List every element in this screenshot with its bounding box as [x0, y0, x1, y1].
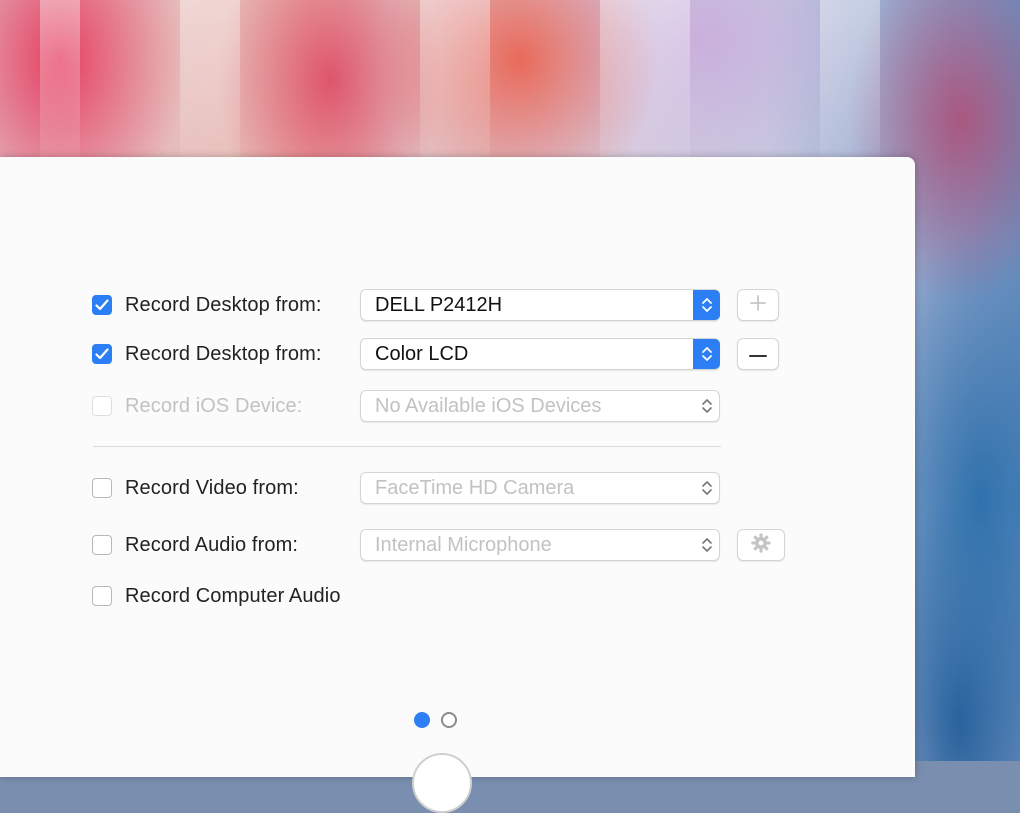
- desktop-1-source-value: DELL P2412H: [375, 293, 503, 316]
- video-source-value: FaceTime HD Camera: [375, 476, 575, 499]
- wallpaper-streak: [180, 0, 240, 170]
- audio-source-value: Internal Microphone: [375, 533, 552, 556]
- checkmark-icon: [95, 348, 109, 360]
- plus-icon: [749, 294, 767, 317]
- record-desktop-1-label: Record Desktop from:: [125, 293, 322, 316]
- wallpaper-streak: [420, 0, 490, 170]
- record-ios-row: Record iOS Device:: [92, 391, 302, 421]
- desktop-1-source-select[interactable]: DELL P2412H: [360, 289, 720, 321]
- record-video-label: Record Video from:: [125, 476, 299, 499]
- record-desktop-row-2: Record Desktop from:: [92, 339, 322, 369]
- updown-chevron-icon[interactable]: [693, 473, 720, 503]
- record-audio-label: Record Audio from:: [125, 533, 298, 556]
- record-video-row: Record Video from:: [92, 473, 299, 503]
- record-desktop-2-checkbox[interactable]: [92, 344, 112, 364]
- record-computer-audio-label: Record Computer Audio: [125, 584, 341, 607]
- updown-chevron-icon[interactable]: [693, 391, 720, 421]
- record-video-checkbox[interactable]: [92, 478, 112, 498]
- ios-device-value: No Available iOS Devices: [375, 394, 602, 417]
- wallpaper-streak: [820, 0, 880, 170]
- add-display-button[interactable]: [737, 289, 779, 321]
- record-ios-checkbox[interactable]: [92, 396, 112, 416]
- audio-settings-button[interactable]: [737, 529, 785, 561]
- ios-device-select[interactable]: No Available iOS Devices: [360, 390, 720, 422]
- updown-chevron-icon[interactable]: [693, 530, 720, 560]
- record-ios-label: Record iOS Device:: [125, 394, 303, 417]
- record-audio-checkbox[interactable]: [92, 535, 112, 555]
- record-desktop-row-1: Record Desktop from:: [92, 290, 322, 320]
- page-indicator: [414, 712, 457, 728]
- minus-icon: [748, 345, 768, 363]
- gear-icon: [750, 532, 772, 559]
- section-divider: [93, 446, 721, 447]
- record-audio-row: Record Audio from:: [92, 530, 298, 560]
- audio-source-select[interactable]: Internal Microphone: [360, 529, 720, 561]
- desktop-2-source-select[interactable]: Color LCD: [360, 338, 720, 370]
- checkmark-icon: [95, 299, 109, 311]
- video-source-select[interactable]: FaceTime HD Camera: [360, 472, 720, 504]
- page-dot-2[interactable]: [441, 712, 457, 728]
- record-desktop-2-label: Record Desktop from:: [125, 342, 322, 365]
- recording-options-panel: [0, 157, 915, 777]
- desktop-2-source-value: Color LCD: [375, 342, 469, 365]
- record-computer-audio-checkbox[interactable]: [92, 586, 112, 606]
- page-dot-1[interactable]: [414, 712, 430, 728]
- wallpaper-streak: [600, 0, 690, 170]
- record-computer-audio-row: Record Computer Audio: [92, 581, 341, 611]
- remove-display-button[interactable]: [737, 338, 779, 370]
- record-button[interactable]: [412, 753, 472, 813]
- wallpaper-streak: [40, 0, 80, 170]
- updown-chevron-icon[interactable]: [693, 339, 720, 369]
- record-desktop-1-checkbox[interactable]: [92, 295, 112, 315]
- updown-chevron-icon[interactable]: [693, 290, 720, 320]
